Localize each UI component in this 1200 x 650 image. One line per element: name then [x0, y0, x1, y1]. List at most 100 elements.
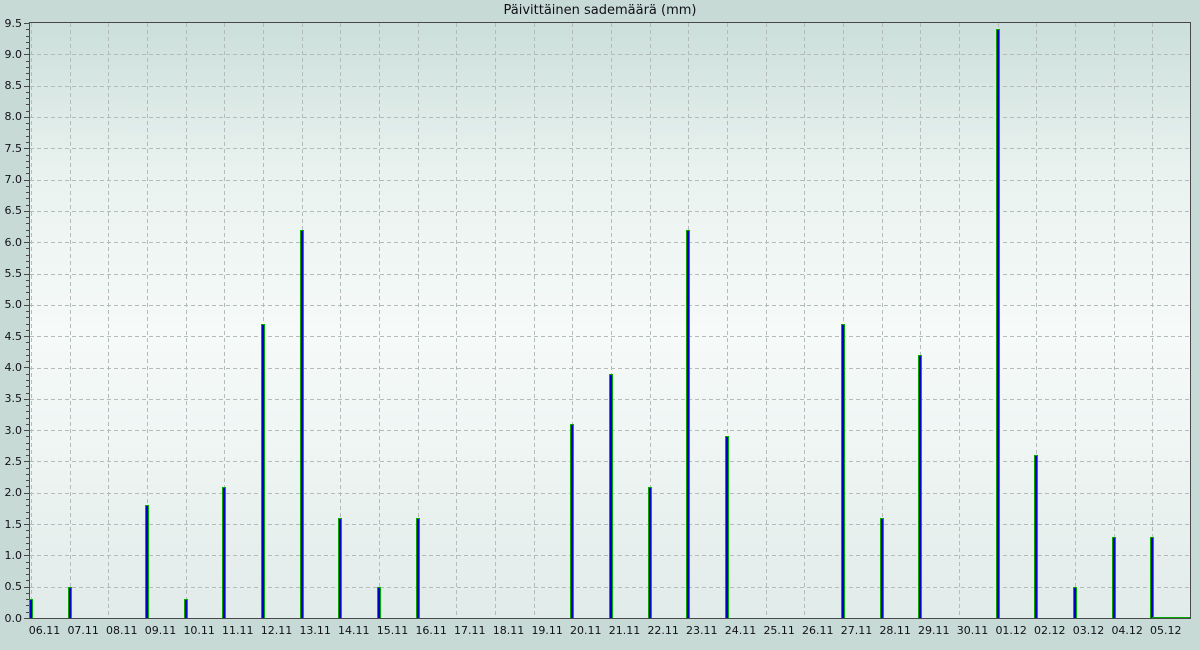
bar — [261, 324, 265, 618]
y-axis-label: 2.5 — [0, 455, 22, 468]
y-axis-label: 7.5 — [0, 142, 22, 155]
gridline-h — [30, 211, 1190, 212]
y-tick-minor — [26, 129, 29, 130]
x-axis-label: 01.12 — [989, 624, 1033, 638]
chart-figure: Päivittäinen sademäärä (mm) 0.00.51.01.5… — [0, 0, 1200, 650]
y-tick-minor — [26, 537, 29, 538]
bar — [68, 587, 72, 618]
y-tick-minor — [26, 486, 29, 487]
x-axis-label: 09.11 — [139, 624, 183, 638]
y-tick-minor — [26, 405, 29, 406]
y-tick-minor — [26, 505, 29, 506]
x-axis-label: 24.11 — [719, 624, 763, 638]
y-tick-minor — [26, 411, 29, 412]
bar — [880, 518, 884, 618]
y-tick-minor — [26, 355, 29, 356]
gridline-h — [30, 148, 1190, 149]
gridline-h — [30, 274, 1190, 275]
y-tick-minor — [26, 599, 29, 600]
y-tick-minor — [26, 155, 29, 156]
y-tick-minor — [26, 173, 29, 174]
y-tick-minor — [26, 386, 29, 387]
x-axis-label: 27.11 — [835, 624, 879, 638]
y-tick-minor — [26, 443, 29, 444]
gridline-h — [30, 86, 1190, 87]
x-axis-label: 02.12 — [1028, 624, 1072, 638]
chart-title: Päivittäinen sademäärä (mm) — [0, 3, 1200, 18]
y-axis-label: 0.5 — [0, 580, 22, 593]
gridline-v — [1075, 23, 1076, 618]
y-tick-minor — [26, 198, 29, 199]
y-tick-minor — [26, 449, 29, 450]
y-tick-minor — [26, 593, 29, 594]
y-tick-major — [24, 211, 29, 212]
baseline-artifact — [1152, 617, 1190, 618]
bar — [1073, 587, 1077, 618]
gridline-v — [186, 23, 187, 618]
y-axis-label: 6.5 — [0, 204, 22, 217]
y-tick-minor — [26, 261, 29, 262]
y-tick-minor — [26, 311, 29, 312]
gridline-h — [30, 54, 1190, 55]
x-axis-label: 18.11 — [487, 624, 531, 638]
y-tick-minor — [26, 29, 29, 30]
y-axis-label: 8.0 — [0, 110, 22, 123]
y-tick-minor — [26, 324, 29, 325]
gridline-v — [495, 23, 496, 618]
x-axis-label: 12.11 — [255, 624, 299, 638]
y-tick-minor — [26, 424, 29, 425]
bar — [648, 487, 652, 619]
y-tick-minor — [26, 192, 29, 193]
y-tick-minor — [26, 518, 29, 519]
y-tick-major — [24, 367, 29, 368]
x-axis-label: 13.11 — [293, 624, 337, 638]
bar — [1112, 537, 1116, 618]
y-tick-minor — [26, 48, 29, 49]
y-tick-minor — [26, 499, 29, 500]
x-axis-label: 14.11 — [332, 624, 376, 638]
y-tick-major — [24, 274, 29, 275]
y-tick-minor — [26, 280, 29, 281]
gridline-v — [959, 23, 960, 618]
bar — [570, 424, 574, 618]
y-tick-minor — [26, 136, 29, 137]
x-axis-label: 06.11 — [23, 624, 67, 638]
y-tick-minor — [26, 436, 29, 437]
y-tick-minor — [26, 61, 29, 62]
y-tick-minor — [26, 393, 29, 394]
x-axis-label: 16.11 — [409, 624, 453, 638]
bar — [222, 487, 226, 619]
gridline-v — [108, 23, 109, 618]
y-tick-minor — [26, 292, 29, 293]
x-axis-label: 21.11 — [603, 624, 647, 638]
y-tick-minor — [26, 349, 29, 350]
y-tick-major — [24, 493, 29, 494]
plot-area — [29, 22, 1191, 619]
bar — [300, 230, 304, 618]
gridline-v — [766, 23, 767, 618]
y-tick-minor — [26, 42, 29, 43]
y-axis-label: 7.0 — [0, 173, 22, 186]
y-tick-minor — [26, 236, 29, 237]
y-tick-minor — [26, 468, 29, 469]
y-tick-minor — [26, 67, 29, 68]
y-tick-minor — [26, 255, 29, 256]
x-axis-label: 10.11 — [177, 624, 221, 638]
x-axis-label: 11.11 — [216, 624, 260, 638]
y-tick-minor — [26, 161, 29, 162]
bar — [377, 587, 381, 618]
gridline-v — [70, 23, 71, 618]
y-tick-minor — [26, 543, 29, 544]
y-axis-label: 3.0 — [0, 424, 22, 437]
y-axis-label: 5.0 — [0, 298, 22, 311]
x-axis-label: 22.11 — [641, 624, 685, 638]
y-tick-major — [24, 618, 29, 619]
gridline-v — [534, 23, 535, 618]
y-tick-minor — [26, 217, 29, 218]
bar — [338, 518, 342, 618]
y-tick-major — [24, 180, 29, 181]
y-tick-minor — [26, 79, 29, 80]
y-tick-minor — [26, 612, 29, 613]
y-tick-minor — [26, 512, 29, 513]
x-axis-label: 29.11 — [912, 624, 956, 638]
